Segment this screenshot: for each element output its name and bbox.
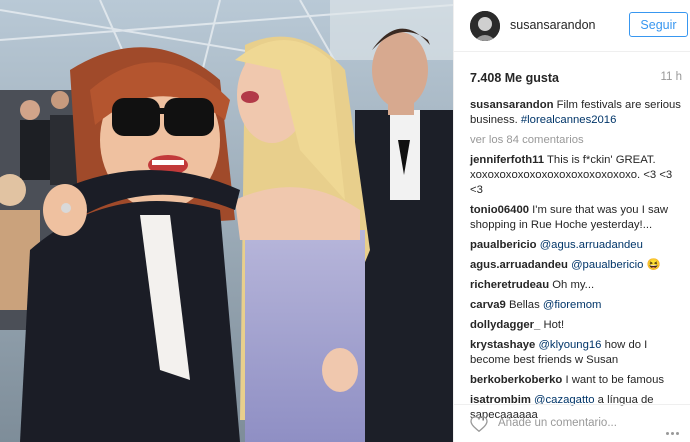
comment-item: richeretrudeau Oh my... — [470, 278, 684, 293]
comment-author[interactable]: krystashaye — [470, 339, 535, 351]
post-time[interactable]: 11 h — [660, 71, 682, 83]
caption: susansarandon Film festivals are serious… — [470, 98, 684, 128]
comment-item: paualbericio @agus.arruadandeu — [470, 238, 684, 253]
comment-text: Hot! — [543, 319, 565, 331]
comments-list: susansarandon Film festivals are serious… — [470, 98, 684, 428]
more-options-icon[interactable] — [666, 422, 682, 435]
comment-text: Oh my... — [552, 279, 595, 291]
comment-author[interactable]: paualbericio — [470, 239, 537, 251]
follow-button[interactable]: Seguir — [629, 12, 688, 37]
avatar-image — [470, 11, 500, 41]
dot — [676, 432, 679, 435]
avatar[interactable] — [470, 11, 500, 41]
post-photo[interactable] — [0, 0, 453, 442]
comment-item: carva9 Bellas @fioremom — [470, 298, 684, 313]
comment-author[interactable]: dollydagger_ — [470, 319, 540, 331]
dot — [666, 432, 669, 435]
comment-author[interactable]: agus.arruadandeu — [470, 259, 568, 271]
comment-mention[interactable]: @agus.arruadandeu — [540, 239, 643, 251]
caption-author[interactable]: susansarandon — [470, 99, 554, 111]
comment-author[interactable]: carva9 — [470, 299, 506, 311]
comment-item: agus.arruadandeu @paualbericio 😆 — [470, 258, 684, 273]
post-side-panel: susansarandon Seguir 7.408 Me gusta 11 h… — [453, 0, 690, 442]
dot — [671, 432, 674, 435]
heart-icon[interactable] — [470, 416, 488, 432]
comment-item: dollydagger_ Hot! — [470, 318, 684, 333]
comment-author[interactable]: richeretrudeau — [470, 279, 549, 291]
post-username[interactable]: susansarandon — [510, 18, 595, 32]
comment-item: tonio06400 I'm sure that was you I saw s… — [470, 203, 684, 233]
comment-text: Bellas — [508, 299, 540, 311]
post-footer: Añade un comentario... — [454, 404, 690, 442]
comment-author[interactable]: jenniferfoth11 — [470, 154, 544, 166]
comment-mention[interactable]: @klyoung16 — [538, 339, 601, 351]
caption-hashtag[interactable]: #lorealcannes2016 — [521, 114, 616, 126]
comment-mention[interactable]: @paualbericio 😆 — [571, 259, 661, 271]
post-photo-illustration — [0, 0, 453, 442]
comment-author[interactable]: tonio06400 — [470, 204, 529, 216]
comment-author[interactable]: berkoberkoberko — [470, 374, 562, 386]
comment-mention[interactable]: @fioremom — [543, 299, 602, 311]
likes-count[interactable]: 7.408 Me gusta — [470, 71, 559, 85]
comment-item: berkoberkoberko I want to be famous — [470, 373, 684, 388]
comment-text: I want to be famous — [565, 374, 665, 386]
comment-item: jenniferfoth11 This is f*ckin' GREAT. xo… — [470, 153, 684, 198]
comment-item: krystashaye @klyoung16 how do I become b… — [470, 338, 684, 368]
view-all-comments-link[interactable]: ver los 84 comentarios — [470, 133, 684, 148]
post-header: susansarandon Seguir — [454, 0, 690, 52]
add-comment-input[interactable]: Añade un comentario... — [498, 417, 617, 429]
